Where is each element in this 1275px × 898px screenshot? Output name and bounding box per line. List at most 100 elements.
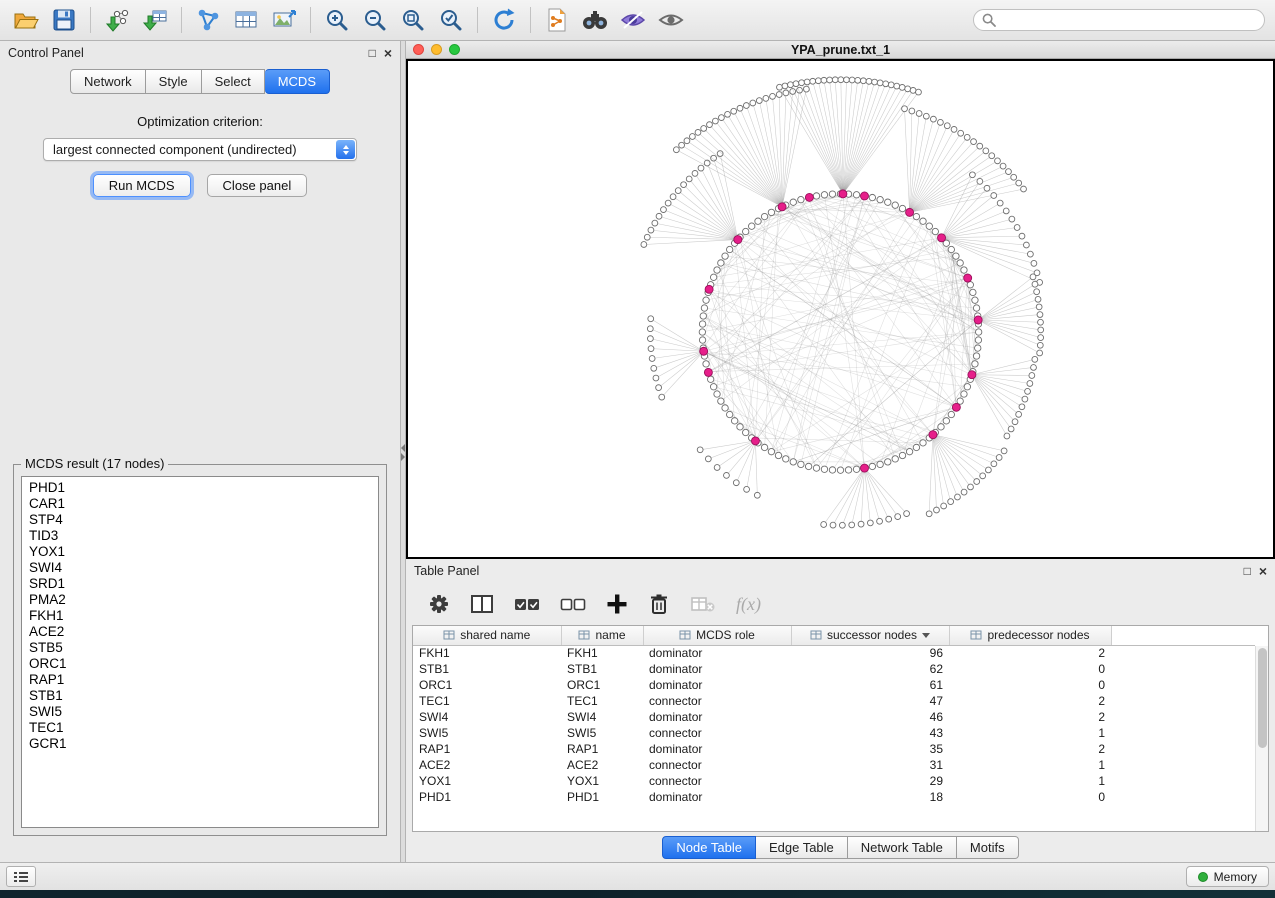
close-panel-button[interactable]: Close panel	[207, 174, 308, 197]
table-cell[interactable]: 47	[791, 693, 949, 709]
table-cell[interactable]: PHD1	[561, 789, 643, 805]
mcds-result-item[interactable]: TID3	[29, 528, 378, 544]
table-cell[interactable]	[1111, 693, 1255, 709]
table-cell[interactable]: 2	[949, 645, 1111, 661]
table-cell[interactable]: 31	[791, 757, 949, 773]
open-session-button[interactable]	[10, 4, 42, 36]
table-cell[interactable]	[1111, 661, 1255, 677]
table-cell[interactable]: dominator	[643, 709, 791, 725]
tab-style[interactable]: Style	[146, 69, 202, 94]
tab-network-table[interactable]: Network Table	[848, 836, 957, 859]
mcds-result-item[interactable]: FKH1	[29, 608, 378, 624]
table-row[interactable]: PHD1PHD1dominator180	[413, 789, 1255, 805]
table-cell[interactable]: RAP1	[413, 741, 561, 757]
search-field[interactable]	[973, 9, 1265, 31]
tab-node-table[interactable]: Node Table	[662, 836, 756, 859]
table-cell[interactable]: 96	[791, 645, 949, 661]
table-cell[interactable]	[1111, 789, 1255, 805]
table-cell[interactable]: 46	[791, 709, 949, 725]
table-cell[interactable]	[1111, 725, 1255, 741]
table-row[interactable]: STB1STB1dominator620	[413, 661, 1255, 677]
table-cell[interactable]: 43	[791, 725, 949, 741]
table-cell[interactable]: 1	[949, 725, 1111, 741]
first-neighbors-button[interactable]	[579, 4, 611, 36]
table-cell[interactable]	[1111, 773, 1255, 789]
zoom-in-button[interactable]	[321, 4, 353, 36]
table-cell[interactable]: connector	[643, 773, 791, 789]
show-hide-annotations-button[interactable]	[655, 4, 687, 36]
refresh-view-button[interactable]	[488, 4, 520, 36]
mcds-result-item[interactable]: PHD1	[29, 480, 378, 496]
table-cell[interactable]	[1111, 709, 1255, 725]
column-header-shared-name[interactable]: shared name	[413, 626, 561, 645]
table-cell[interactable]: ACE2	[413, 757, 561, 773]
table-cell[interactable]	[1111, 677, 1255, 693]
mcds-result-item[interactable]: STB1	[29, 688, 378, 704]
table-cell[interactable]	[1111, 741, 1255, 757]
new-network-button[interactable]	[192, 4, 224, 36]
mcds-result-item[interactable]: SRD1	[29, 576, 378, 592]
table-row[interactable]: SWI4SWI4dominator462	[413, 709, 1255, 725]
table-cell[interactable]: dominator	[643, 741, 791, 757]
table-cell[interactable]: ORC1	[413, 677, 561, 693]
import-network-button[interactable]	[101, 4, 133, 36]
table-cell[interactable]: dominator	[643, 677, 791, 693]
table-row[interactable]: TEC1TEC1connector472	[413, 693, 1255, 709]
memory-button[interactable]: Memory	[1186, 866, 1269, 887]
mcds-result-item[interactable]: ORC1	[29, 656, 378, 672]
share-document-button[interactable]	[541, 4, 573, 36]
tab-select[interactable]: Select	[202, 69, 265, 94]
table-cell[interactable]: YOX1	[561, 773, 643, 789]
deselect-all-button[interactable]	[560, 593, 586, 615]
mcds-result-item[interactable]: GCR1	[29, 736, 378, 752]
table-cell[interactable]: YOX1	[413, 773, 561, 789]
table-cell[interactable]: 1	[949, 757, 1111, 773]
mcds-result-item[interactable]: SWI5	[29, 704, 378, 720]
table-row[interactable]: FKH1FKH1dominator962	[413, 645, 1255, 661]
show-columns-button[interactable]	[470, 593, 494, 615]
table-cell[interactable]: SWI5	[413, 725, 561, 741]
table-cell[interactable]: 1	[949, 773, 1111, 789]
import-table-button[interactable]	[139, 4, 171, 36]
float-table-panel-icon[interactable]: □	[1244, 564, 1251, 578]
table-cell[interactable]: dominator	[643, 789, 791, 805]
table-cell[interactable]: 0	[949, 677, 1111, 693]
save-session-button[interactable]	[48, 4, 80, 36]
add-column-button[interactable]	[606, 593, 628, 615]
zoom-out-button[interactable]	[359, 4, 391, 36]
table-cell[interactable]: RAP1	[561, 741, 643, 757]
table-cell[interactable]	[1111, 645, 1255, 661]
table-row[interactable]: YOX1YOX1connector291	[413, 773, 1255, 789]
table-cell[interactable]: TEC1	[413, 693, 561, 709]
table-cell[interactable]: ACE2	[561, 757, 643, 773]
mcds-result-item[interactable]: SWI4	[29, 560, 378, 576]
table-cell[interactable]: connector	[643, 757, 791, 773]
mcds-result-item[interactable]: YOX1	[29, 544, 378, 560]
table-vertical-scrollbar[interactable]	[1255, 646, 1268, 831]
show-graphics-details-button[interactable]	[617, 4, 649, 36]
close-table-panel-icon[interactable]: ×	[1259, 563, 1267, 579]
mcds-result-item[interactable]: STB5	[29, 640, 378, 656]
zoom-selected-button[interactable]	[435, 4, 467, 36]
table-cell[interactable]: FKH1	[413, 645, 561, 661]
table-cell[interactable]: TEC1	[561, 693, 643, 709]
table-cell[interactable]: PHD1	[413, 789, 561, 805]
table-cell[interactable]: STB1	[561, 661, 643, 677]
mcds-result-item[interactable]: RAP1	[29, 672, 378, 688]
network-graph[interactable]	[408, 61, 1273, 557]
table-cell[interactable]: 2	[949, 693, 1111, 709]
table-cell[interactable]: dominator	[643, 645, 791, 661]
column-header-successor-nodes[interactable]: successor nodes	[791, 626, 949, 645]
table-row[interactable]: RAP1RAP1dominator352	[413, 741, 1255, 757]
mcds-result-item[interactable]: PMA2	[29, 592, 378, 608]
table-cell[interactable]: SWI4	[413, 709, 561, 725]
close-panel-icon[interactable]: ×	[384, 45, 392, 61]
new-table-button[interactable]	[230, 4, 262, 36]
table-cell[interactable]: 61	[791, 677, 949, 693]
table-cell[interactable]: 29	[791, 773, 949, 789]
table-cell[interactable]: ORC1	[561, 677, 643, 693]
mcds-result-item[interactable]: CAR1	[29, 496, 378, 512]
column-header-mcds-role[interactable]: MCDS role	[643, 626, 791, 645]
table-cell[interactable]: 0	[949, 661, 1111, 677]
tab-network[interactable]: Network	[70, 69, 146, 94]
